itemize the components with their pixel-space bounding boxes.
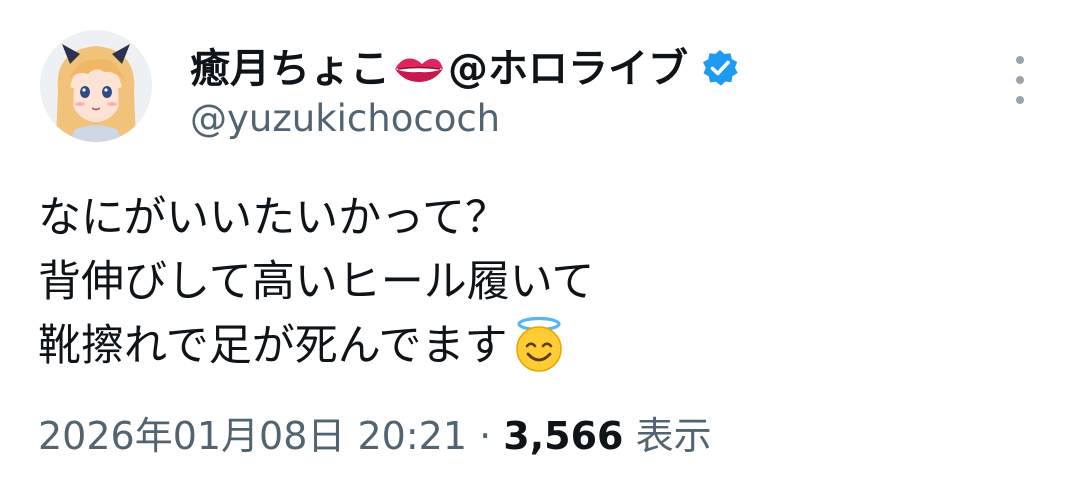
tweet-line-1: なにがいいたいかって？ [38,193,508,243]
display-name[interactable]: 癒月ちょこ @ホロライブ [190,39,688,97]
tweet-meta: 2026年01月08日 20:21 · 3,566 表示 [38,410,712,462]
verified-badge-icon [703,50,738,86]
user-handle[interactable]: @yuzukichococh [190,94,500,144]
display-name-first: 癒月ちょこ [190,46,390,92]
more-options-button[interactable] [1004,56,1036,104]
kiss-mark-icon [395,58,443,82]
smiling-face-with-halo-icon [515,316,562,372]
more-dot-icon [1016,56,1024,64]
views-count: 3,566 [503,414,624,458]
more-dot-icon [1016,96,1024,104]
more-dot-icon [1016,76,1024,84]
tweet-line-2: 背伸びして高いヒール履いて [38,257,595,307]
display-name-second: @ホロライブ [448,46,688,92]
meta-separator: · [479,414,492,458]
avatar[interactable] [40,30,152,142]
tweet-card: 癒月ちょこ @ホロライブ @yuzukichococh なにがいいたいかって？ … [0,0,1080,486]
tweet-text: なにがいいたいかって？ 背伸びして高いヒール履いて 靴擦れで足が死んでます [38,186,594,378]
views-label: 表示 [635,414,712,458]
tweet-timestamp[interactable]: 2026年01月08日 20:21 [38,414,467,458]
tweet-line-3: 靴擦れで足が死んでます [38,314,594,378]
tweet-line-3-text: 靴擦れで足が死んでます [38,321,508,371]
avatar-image [40,30,152,142]
display-name-row[interactable]: 癒月ちょこ @ホロライブ [190,40,740,96]
